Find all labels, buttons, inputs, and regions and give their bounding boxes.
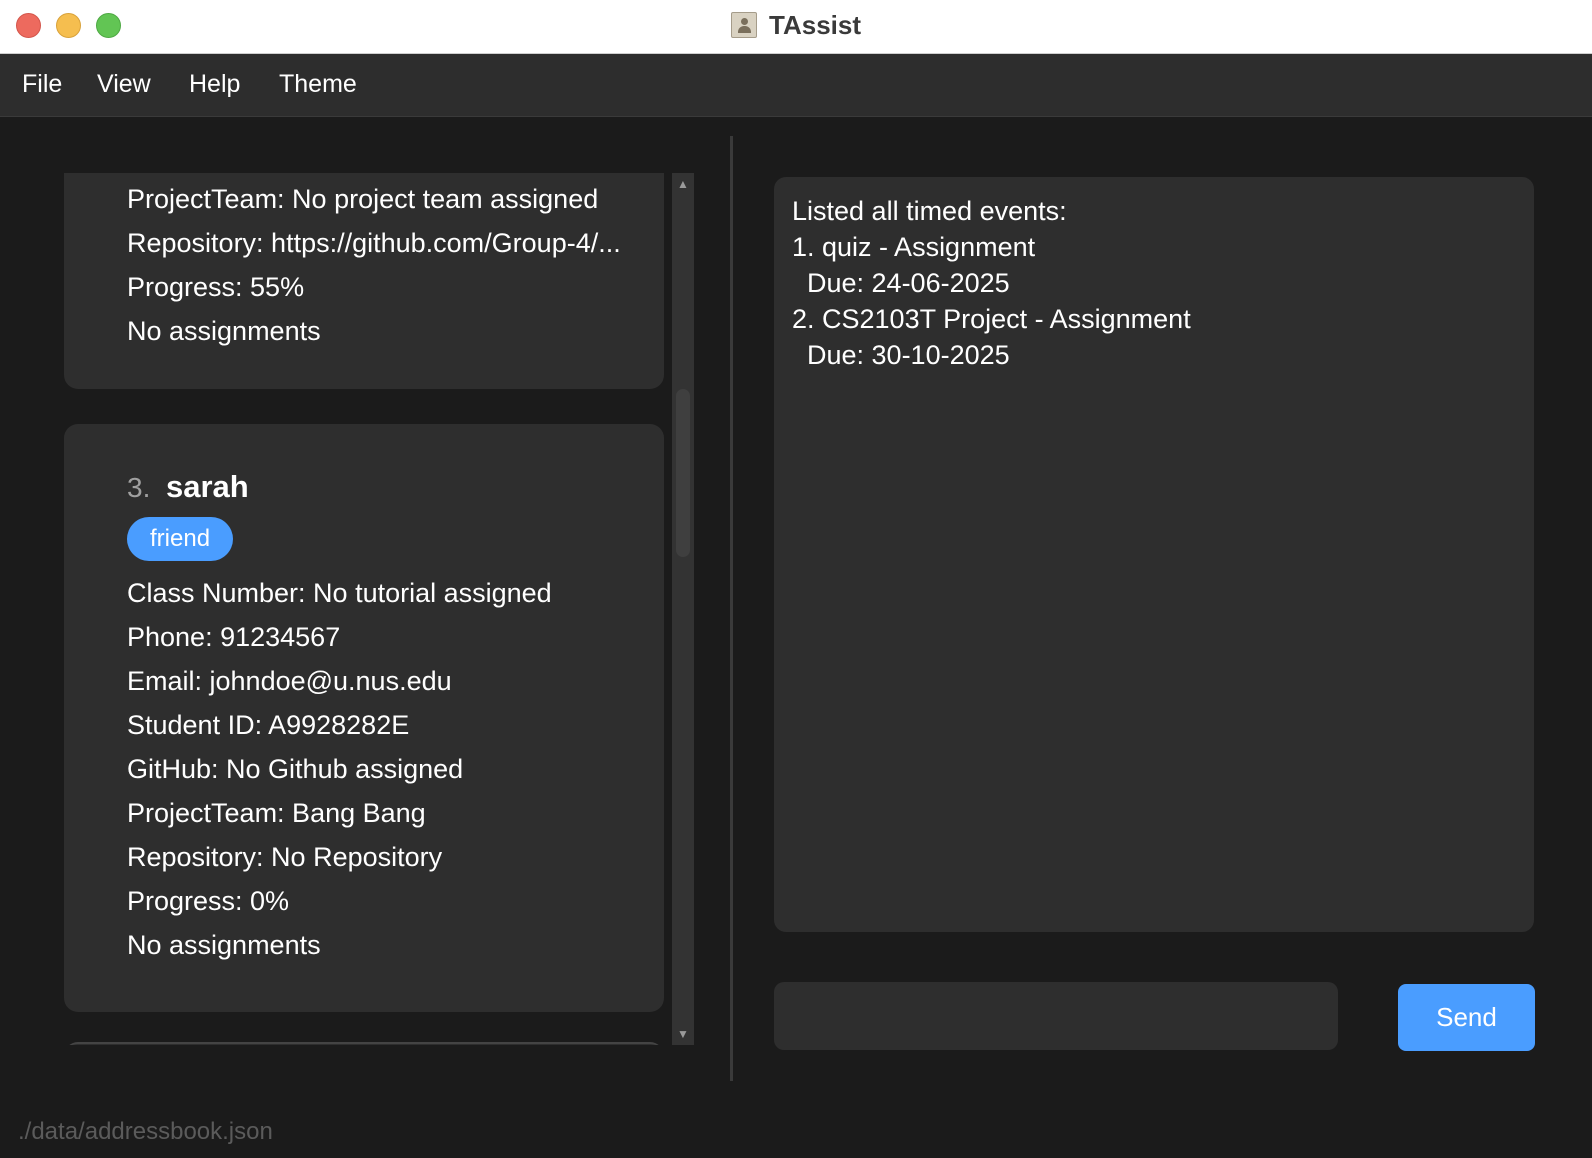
result-line: 1. quiz - Assignment bbox=[792, 232, 1036, 262]
storage-path: ./data/addressbook.json bbox=[18, 1118, 273, 1145]
progress-field: Progress: 55% bbox=[127, 272, 305, 302]
address-book-icon bbox=[731, 12, 757, 38]
person-list[interactable]: ProjectTeam: No project team assigned Re… bbox=[64, 173, 664, 1045]
scroll-thumb[interactable] bbox=[676, 389, 690, 557]
result-line: Listed all timed events: bbox=[792, 196, 1067, 226]
window-title: TAssist bbox=[769, 9, 861, 40]
title-group: TAssist bbox=[0, 8, 1592, 42]
person-card[interactable] bbox=[64, 1042, 664, 1045]
result-line: Due: 24-06-2025 bbox=[792, 268, 1010, 298]
assignments-field: No assignments bbox=[127, 316, 321, 346]
command-input[interactable] bbox=[774, 982, 1338, 1050]
person-card[interactable]: 3. sarah friend Class Number: No tutoria… bbox=[64, 424, 664, 1012]
github-field: GitHub: No Github assigned bbox=[127, 754, 464, 784]
menu-file[interactable]: File bbox=[22, 70, 62, 99]
repository-field: Repository: https://github.com/Group-4/.… bbox=[127, 228, 621, 258]
split-divider[interactable] bbox=[730, 136, 733, 1081]
scroll-down-arrow-icon[interactable]: ▼ bbox=[672, 1023, 694, 1045]
result-line: Due: 30-10-2025 bbox=[792, 340, 1010, 370]
scroll-up-arrow-icon[interactable]: ▲ bbox=[672, 173, 694, 195]
title-bar: TAssist bbox=[0, 0, 1592, 54]
result-display: Listed all timed events: 1. quiz - Assig… bbox=[774, 177, 1534, 932]
assignments-field: No assignments bbox=[127, 930, 321, 960]
student-id-field: Student ID: A9928282E bbox=[127, 710, 410, 740]
email-field: Email: johndoe@u.nus.edu bbox=[127, 666, 452, 696]
person-index: 3. bbox=[127, 472, 151, 503]
repository-field: Repository: No Repository bbox=[127, 842, 443, 872]
person-name: sarah bbox=[166, 469, 249, 504]
phone-field: Phone: 91234567 bbox=[127, 622, 341, 652]
app-window: TAssist File View Help Theme ProjectTeam… bbox=[0, 0, 1592, 1158]
tag-badge: friend bbox=[127, 517, 234, 561]
menu-help[interactable]: Help bbox=[189, 70, 240, 99]
send-button[interactable]: Send bbox=[1398, 984, 1535, 1051]
project-team-field: ProjectTeam: Bang Bang bbox=[127, 798, 426, 828]
person-card[interactable]: ProjectTeam: No project team assigned Re… bbox=[64, 173, 664, 389]
menu-bar: File View Help Theme bbox=[0, 54, 1592, 117]
menu-view[interactable]: View bbox=[97, 70, 151, 99]
list-scrollbar[interactable]: ▲ ▼ bbox=[672, 173, 694, 1045]
project-team-field: ProjectTeam: No project team assigned bbox=[127, 184, 599, 214]
class-number-field: Class Number: No tutorial assigned bbox=[127, 578, 552, 608]
menu-theme[interactable]: Theme bbox=[279, 70, 357, 99]
progress-field: Progress: 0% bbox=[127, 886, 290, 916]
result-line: 2. CS2103T Project - Assignment bbox=[792, 304, 1191, 334]
